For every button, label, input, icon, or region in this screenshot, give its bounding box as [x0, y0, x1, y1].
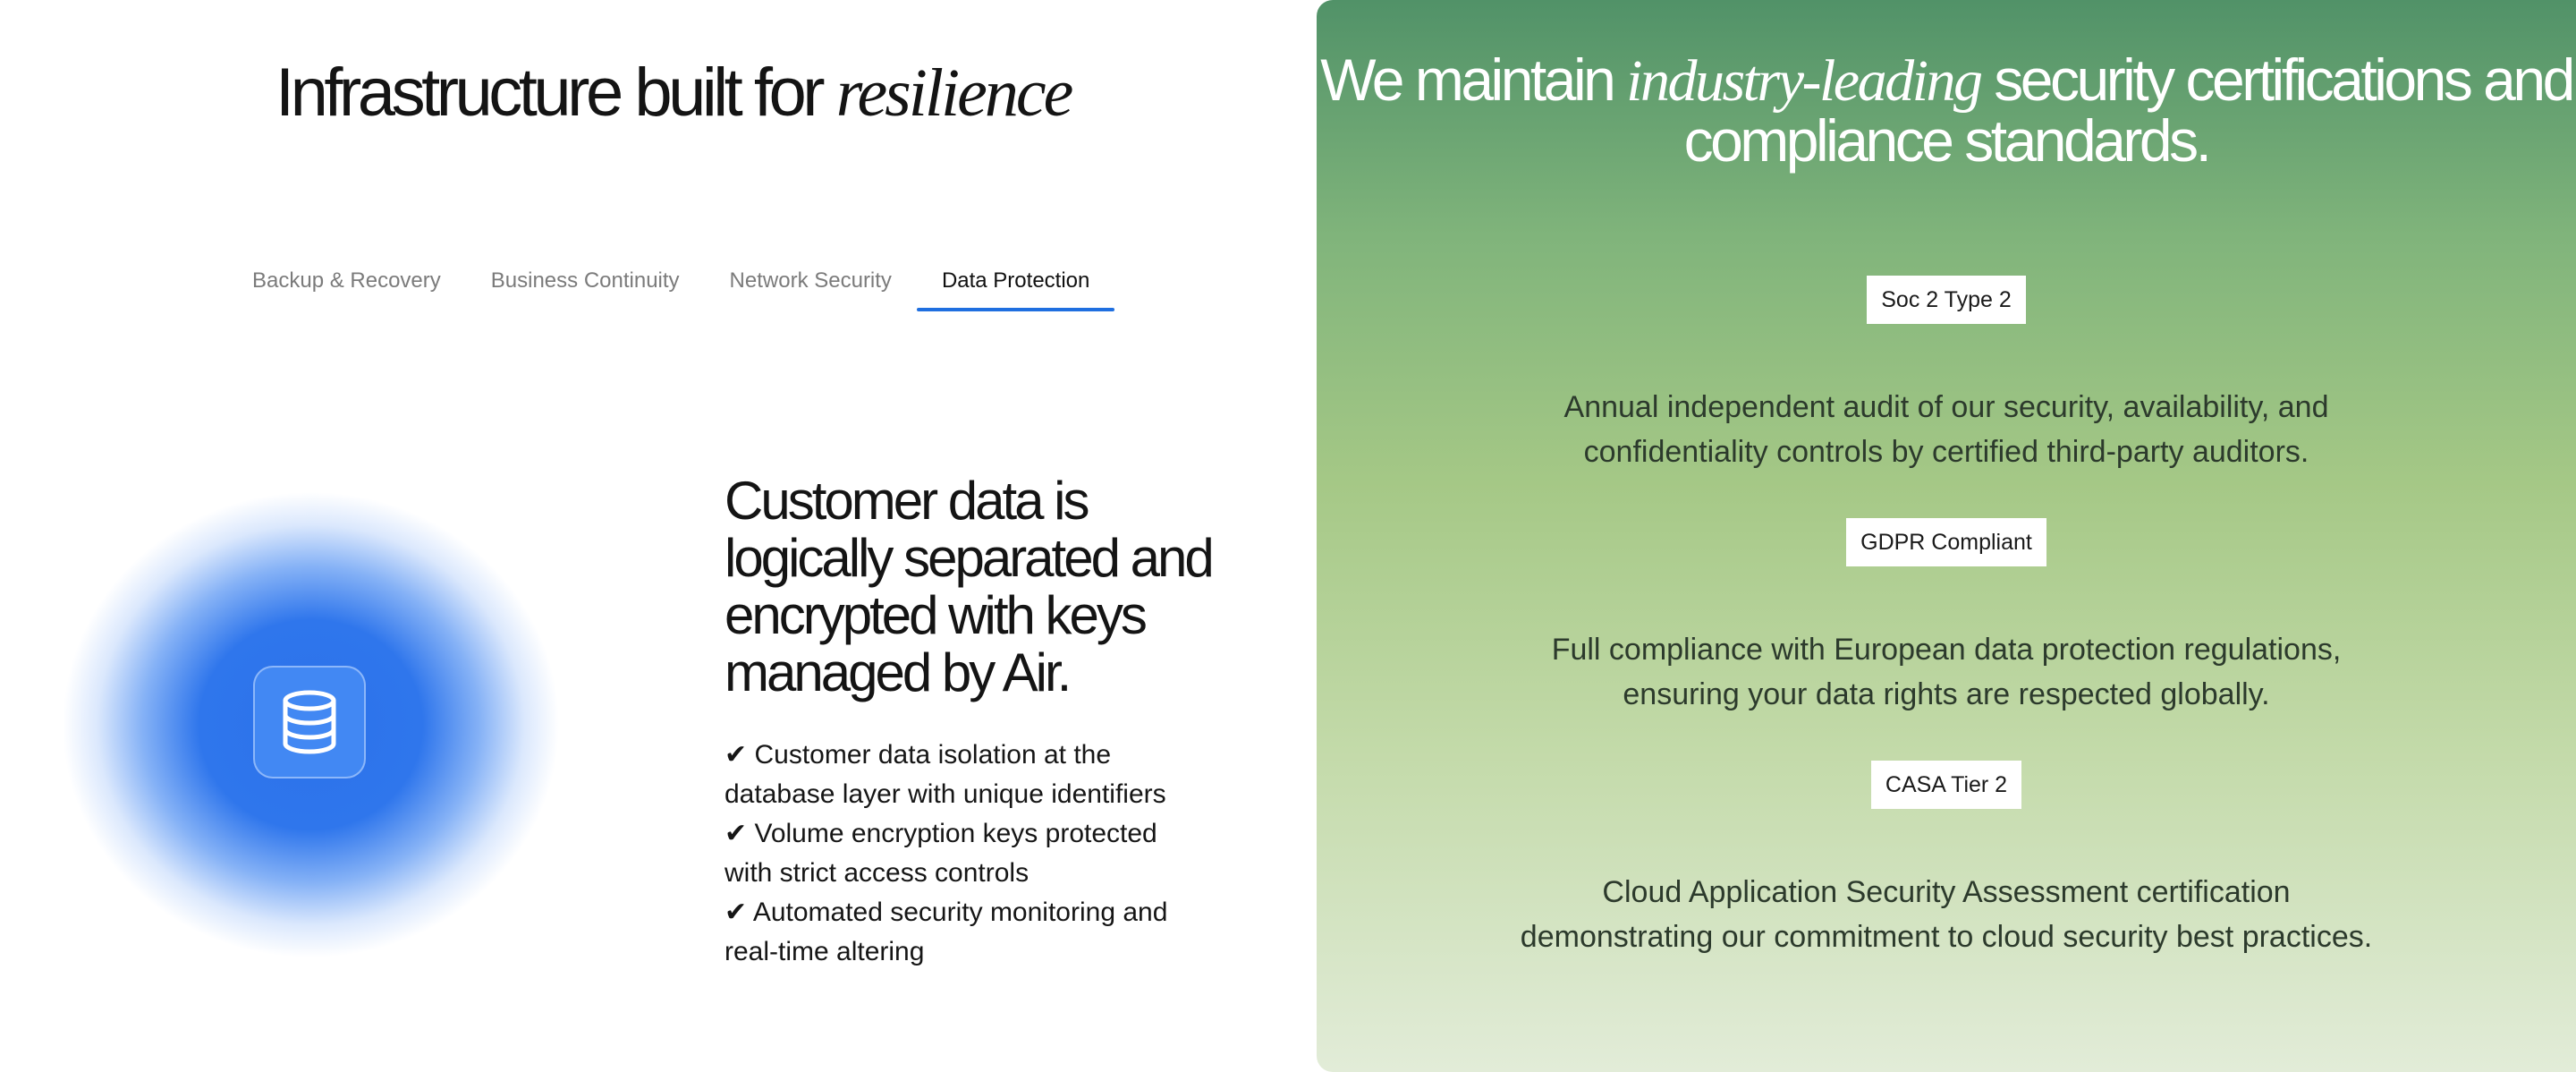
panel-heading-emphasis: industry-leading	[1626, 48, 1983, 114]
heading-emphasis: resilience	[835, 55, 1074, 131]
panel-heading-before: We maintain	[1320, 47, 1627, 113]
certification-badge: Soc 2 Type 2	[1867, 276, 2026, 324]
certification-badge: CASA Tier 2	[1870, 761, 2022, 809]
feature-heading: Customer data is logically separated and…	[724, 471, 1215, 702]
section-heading: Infrastructure built for resilience	[275, 54, 1074, 132]
certification-description: Cloud Application Security Assessment ce…	[1520, 875, 2373, 954]
feature-item: ✔ Volume encryption keys protected with …	[724, 819, 1157, 888]
heading-text: Infrastructure built for	[275, 55, 836, 131]
database-icon-tile	[253, 666, 366, 778]
compliance-panel: We maintain industry-leading security ce…	[1317, 0, 2576, 1072]
certification-description: Full compliance with European data prote…	[1551, 633, 2342, 711]
feature-list: ✔ Customer data isolation at the databas…	[724, 736, 1208, 972]
tab-bar: Backup & Recovery Business Continuity Ne…	[227, 251, 1115, 311]
certification-description: Annual independent audit of our security…	[1563, 390, 2329, 469]
database-icon	[283, 690, 336, 754]
panel-heading: We maintain industry-leading security ce…	[1317, 50, 2576, 170]
tab-data-protection[interactable]: Data Protection	[916, 251, 1115, 311]
certification-casa: CASA Tier 2 Cloud Application Security A…	[1317, 761, 2576, 959]
infrastructure-section: Infrastructure built for resilience Back…	[0, 0, 1315, 1072]
certification-gdpr: GDPR Compliant Full compliance with Euro…	[1317, 518, 2576, 717]
tab-network-security[interactable]: Network Security	[705, 251, 917, 311]
certification-soc2: Soc 2 Type 2 Annual independent audit of…	[1317, 276, 2576, 474]
feature-item: ✔ Automated security monitoring and real…	[724, 898, 1168, 966]
certification-badge: GDPR Compliant	[1846, 518, 2046, 566]
tab-business-continuity[interactable]: Business Continuity	[466, 251, 705, 311]
feature-item: ✔ Customer data isolation at the databas…	[724, 740, 1166, 809]
tab-backup-recovery[interactable]: Backup & Recovery	[227, 251, 466, 311]
